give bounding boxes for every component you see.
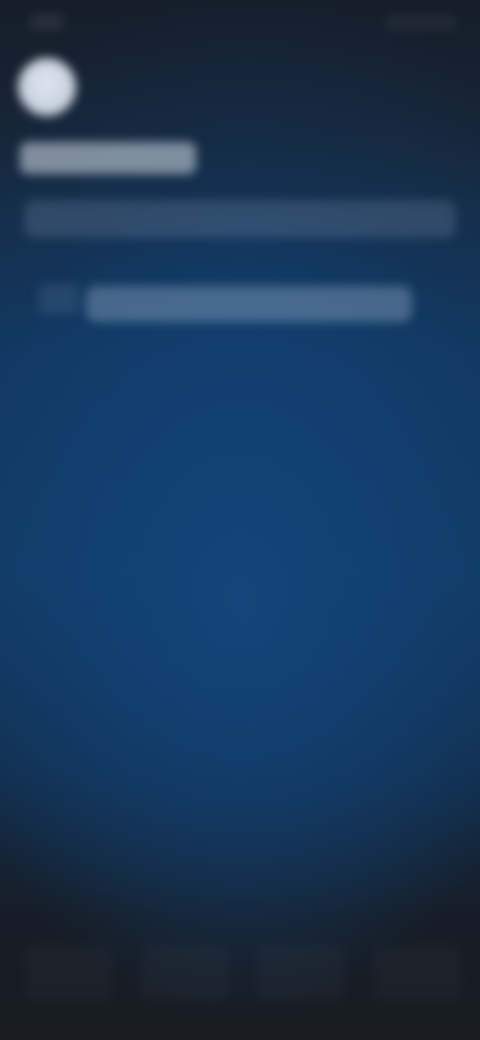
blurred-content bbox=[0, 0, 480, 1040]
status-icons-placeholder bbox=[386, 14, 456, 30]
bottom-action-placeholder bbox=[24, 944, 114, 1002]
status-bar bbox=[0, 0, 480, 44]
app-subtitle-placeholder bbox=[24, 200, 456, 238]
status-icon bbox=[38, 284, 78, 314]
bottom-action-placeholder bbox=[256, 944, 346, 1002]
bottom-action-placeholder bbox=[372, 944, 462, 1002]
status-time-placeholder bbox=[30, 14, 64, 30]
bottom-action-placeholder bbox=[140, 944, 230, 1002]
app-title-placeholder bbox=[20, 142, 196, 174]
bottom-bar bbox=[0, 920, 480, 1040]
status-label-placeholder bbox=[86, 286, 412, 322]
app-icon bbox=[18, 58, 76, 116]
status-row bbox=[22, 276, 432, 328]
blurred-screen bbox=[0, 0, 480, 1040]
